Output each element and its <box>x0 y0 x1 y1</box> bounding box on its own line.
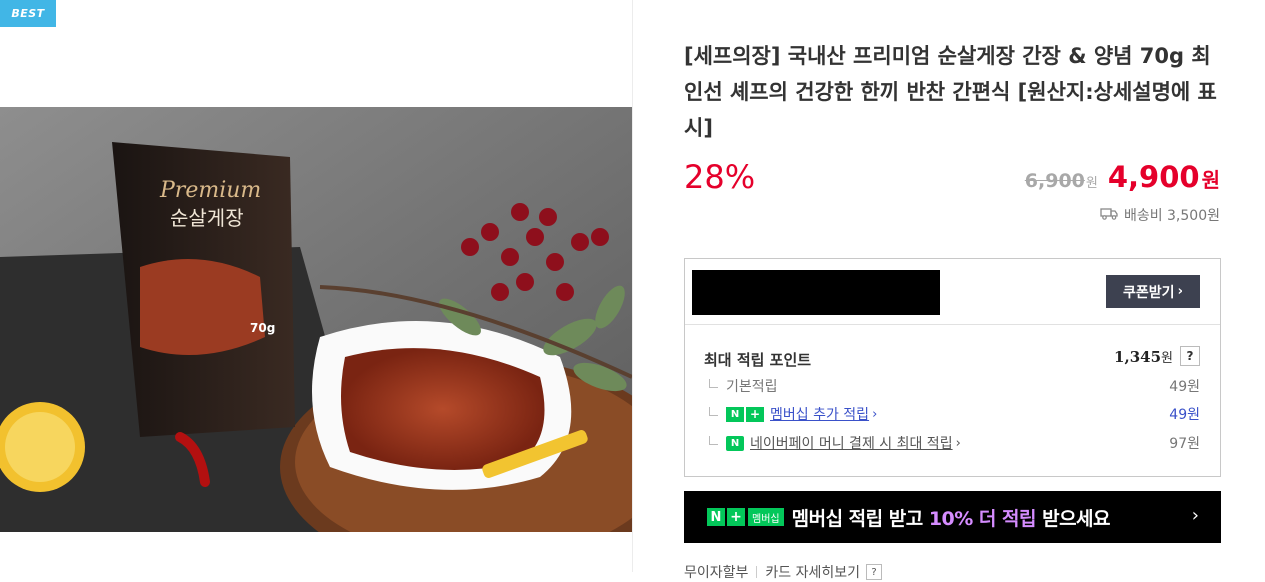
product-image-panel: BEST Premium 순살게장 70g <box>0 0 632 572</box>
divider <box>756 566 758 578</box>
naverpay-points-value: 97원 <box>1169 436 1200 452</box>
product-photo-illustration: Premium 순살게장 70g <box>0 107 632 532</box>
tree-branch <box>709 378 718 388</box>
original-price: 6,900 <box>1024 170 1085 192</box>
plus-icon: + <box>746 406 764 422</box>
card-benefit-row: 무이자할부 카드 자세히보기 ? <box>684 562 883 582</box>
box-divider <box>685 324 1220 325</box>
package-name: 순살게장 <box>170 206 244 230</box>
membership-points-link[interactable]: 멤버십 추가 적립 <box>770 404 869 424</box>
delivery-fee: 배송비 3,500원 <box>1100 205 1220 225</box>
benefit-box: 쿠폰받기 › 최대 적립 포인트 1,345원 ? 기본적립 49원 N + 멤… <box>684 258 1221 477</box>
discount-rate: 28% <box>684 158 756 196</box>
naver-n-icon: N <box>726 406 744 422</box>
banner-text-part1: 멤버십 적립 받고 <box>791 507 929 530</box>
package-weight: 70g <box>250 321 275 335</box>
tree-branch <box>709 406 718 416</box>
best-badge: BEST <box>0 0 56 27</box>
delivery-fee-text: 배송비 3,500원 <box>1123 208 1220 224</box>
product-photo[interactable]: Premium 순살게장 70g <box>0 107 632 532</box>
banner-highlight: 10% 더 적립 <box>928 507 1037 530</box>
naverpay-points-link[interactable]: 네이버페이 머니 결제 시 최대 적립 <box>750 433 953 453</box>
max-points-value: 1,345원 <box>1114 347 1173 366</box>
coupon-button[interactable]: 쿠폰받기 › <box>1106 275 1200 308</box>
membership-tag: 멤버십 <box>748 508 784 526</box>
redacted-area <box>692 270 940 315</box>
membership-points-row[interactable]: N + 멤버십 추가 적립 › <box>709 404 877 424</box>
product-info-panel: [세프의장] 국내산 프리미엄 순살게장 간장 & 양념 70g 최인선 셰프의… <box>633 0 1265 581</box>
sale-price-unit: 원 <box>1201 168 1220 192</box>
chevron-right-icon: › <box>955 435 961 451</box>
chevron-right-icon: › <box>1191 505 1199 526</box>
naver-n-icon: N <box>707 508 725 526</box>
banner-text-part2: 받으세요 <box>1035 507 1111 530</box>
package-brand: Premium <box>159 178 261 203</box>
tree-branch <box>709 435 718 445</box>
chevron-right-icon: › <box>1177 284 1183 299</box>
naverpay-icon: N <box>726 435 744 451</box>
membership-points-value: 49원 <box>1169 407 1200 423</box>
original-price-unit: 원 <box>1085 176 1098 191</box>
product-title: [세프의장] 국내산 프리미엄 순살게장 간장 & 양념 70g 최인선 셰프의… <box>684 44 1217 140</box>
basic-points-row: 기본적립 <box>709 376 778 396</box>
chevron-right-icon: › <box>872 406 878 422</box>
sale-price: 4,900 <box>1107 160 1200 194</box>
max-points-label: 최대 적립 포인트 <box>704 351 812 369</box>
installment-label: 무이자할부 <box>684 565 749 581</box>
card-help-button[interactable]: ? <box>866 564 883 580</box>
basic-points-value: 49원 <box>1169 379 1200 395</box>
membership-banner-text: 멤버십 적립 받고 10% 더 적립 받으세요 <box>791 504 1111 531</box>
truck-icon <box>1100 207 1124 224</box>
max-points-unit: 원 <box>1161 351 1173 366</box>
coupon-button-label: 쿠폰받기 <box>1123 284 1175 301</box>
max-points-amount: 1,345 <box>1114 348 1162 366</box>
plus-icon: + <box>727 508 745 526</box>
card-details-link[interactable]: 카드 자세히보기 <box>765 562 860 582</box>
basic-points-label: 기본적립 <box>726 379 778 395</box>
points-help-button[interactable]: ? <box>1180 346 1200 366</box>
membership-banner[interactable]: N + 멤버십 멤버십 적립 받고 10% 더 적립 받으세요 › <box>684 491 1221 543</box>
naverpay-points-row[interactable]: N 네이버페이 머니 결제 시 최대 적립 › <box>709 433 961 453</box>
price-row: 6,900 원 4,900 원 <box>1025 160 1220 194</box>
